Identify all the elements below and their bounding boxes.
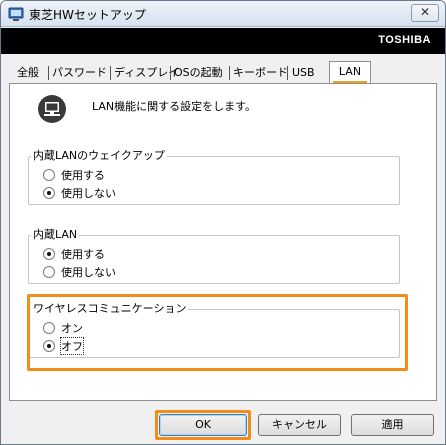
tab-usb[interactable]: USB xyxy=(292,63,315,83)
wake-on-lan-group: 内蔵LANのウェイクアップ 使用する 使用しない xyxy=(28,149,400,205)
option-label: 使用する xyxy=(61,248,105,261)
tab-strip: 全般 パスワード ディスプレイ OSの起動 キーボード USB LAN xyxy=(9,61,439,84)
wireless-highlight-frame xyxy=(27,294,408,371)
radio-button[interactable] xyxy=(43,169,55,181)
ok-button[interactable]: OK xyxy=(159,414,247,436)
option-label: 使用する xyxy=(61,169,105,182)
lan-settings-panel: LAN機能に関する設定をします。 内蔵LANのウェイクアップ 使用する 使用しな… xyxy=(9,83,437,401)
group-title: 内蔵LAN xyxy=(31,228,80,242)
computer-network-icon xyxy=(38,95,66,123)
wol-enable-option[interactable]: 使用する xyxy=(43,167,105,183)
title-bar: 東芝HWセットアップ ✕ xyxy=(1,1,445,27)
tab-separator xyxy=(287,66,288,80)
app-icon xyxy=(8,7,24,21)
option-label: 使用しない xyxy=(61,187,116,200)
lan-disable-option[interactable]: 使用しない xyxy=(43,264,116,280)
setup-window: 東芝HWセットアップ ✕ TOSHIBA 全般 パスワード ディスプレイ OSの… xyxy=(0,0,446,445)
tab-general[interactable]: 全般 xyxy=(17,63,39,83)
tab-os-boot[interactable]: OSの起動 xyxy=(174,63,223,83)
tab-lan[interactable]: LAN xyxy=(329,61,371,84)
tab-keyboard[interactable]: キーボード xyxy=(233,63,288,83)
panel-description: LAN機能に関する設定をします。 xyxy=(92,100,257,113)
cancel-button[interactable]: キャンセル xyxy=(258,414,341,436)
close-button[interactable]: ✕ xyxy=(411,4,439,22)
toshiba-logo: TOSHIBA xyxy=(378,34,431,46)
close-icon: ✕ xyxy=(419,5,431,19)
radio-button-selected[interactable] xyxy=(43,187,55,199)
window-title: 東芝HWセットアップ xyxy=(29,8,146,22)
apply-button[interactable]: 適用 xyxy=(351,414,434,436)
tab-lan-label: LAN xyxy=(338,65,362,78)
option-label: 使用しない xyxy=(61,266,116,279)
lan-enable-option[interactable]: 使用する xyxy=(43,246,105,262)
internal-lan-group: 内蔵LAN 使用する 使用しない xyxy=(28,228,400,284)
tab-separator xyxy=(170,66,171,80)
tab-separator xyxy=(229,66,230,80)
radio-button-selected[interactable] xyxy=(43,248,55,260)
wol-disable-option[interactable]: 使用しない xyxy=(43,185,116,201)
tab-password[interactable]: パスワード xyxy=(52,63,107,83)
group-title: 内蔵LANのウェイクアップ xyxy=(31,149,167,163)
tab-separator xyxy=(110,66,111,80)
radio-button[interactable] xyxy=(43,266,55,278)
tab-separator xyxy=(48,66,49,80)
brand-bar: TOSHIBA xyxy=(1,28,445,54)
